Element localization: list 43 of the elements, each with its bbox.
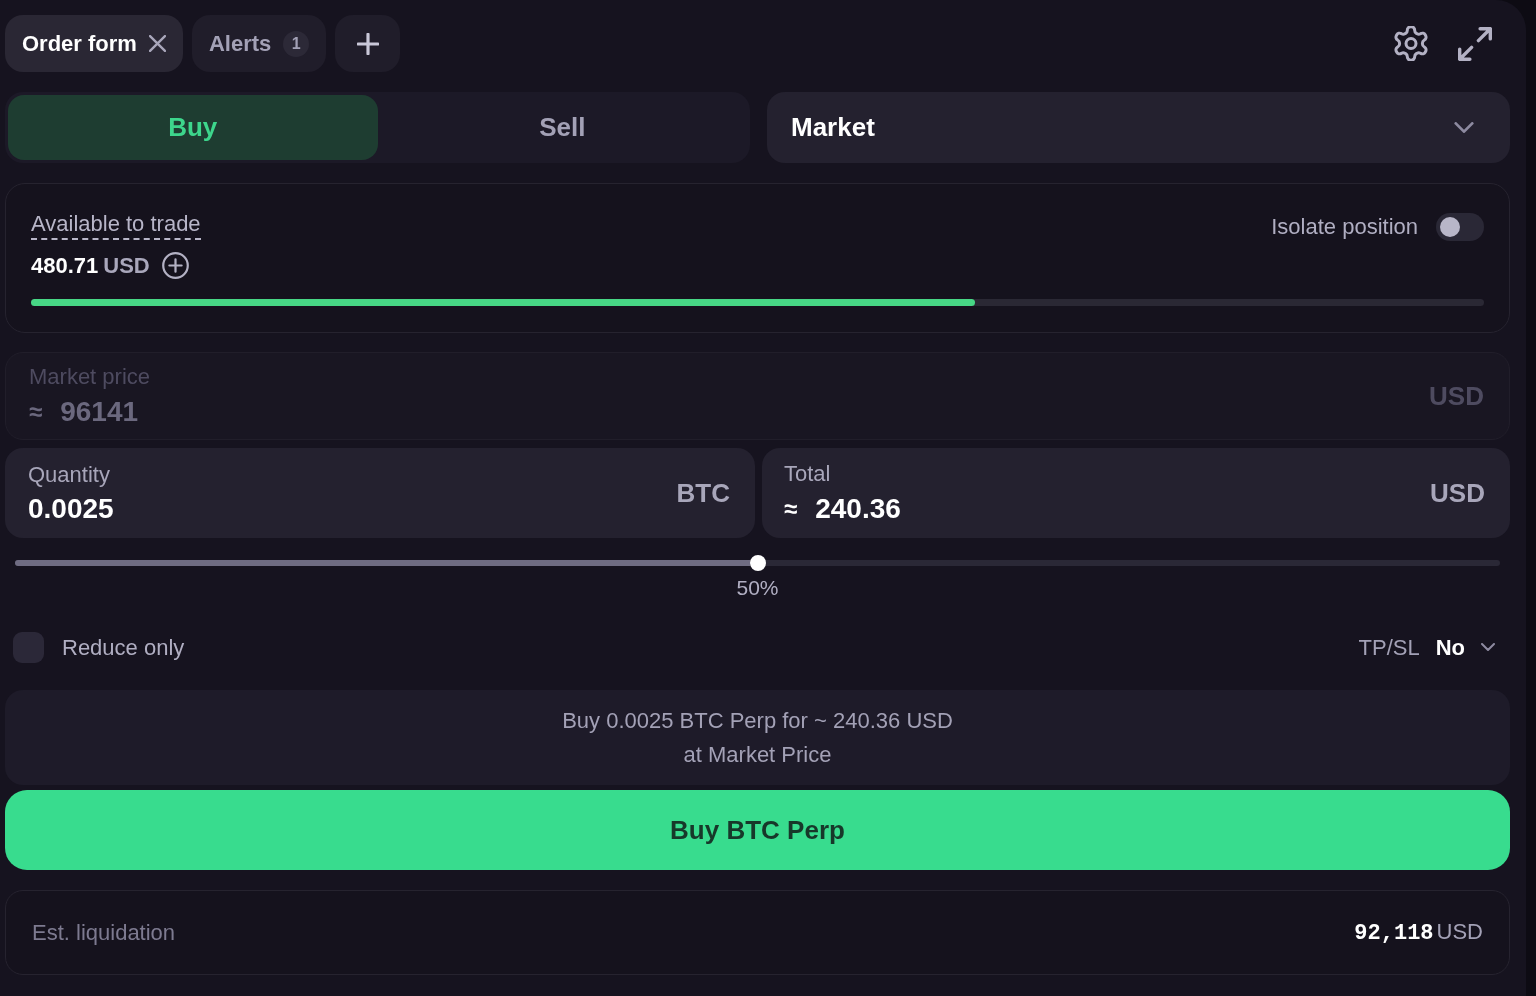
field-label: Quantity (28, 461, 111, 489)
field-value: 96141 (60, 395, 139, 429)
slider-thumb[interactable] (749, 555, 766, 571)
add-tab-button[interactable] (335, 15, 401, 72)
chevron-down-icon (1481, 643, 1495, 651)
field-label: Total (784, 460, 832, 488)
currency-label: USD (103, 251, 150, 280)
expand-icon[interactable] (1458, 26, 1492, 61)
close-icon[interactable] (148, 35, 166, 52)
currency-label: USD (1436, 918, 1483, 946)
tp-sl-dropdown[interactable]: No (1435, 630, 1495, 664)
unit-label: USD (1429, 379, 1484, 413)
field-value: 0.0025 (28, 492, 114, 526)
add-circle-icon[interactable] (161, 251, 189, 279)
balance-amount: 480.71 (31, 251, 99, 280)
tab[interactable]: Alerts 1 (191, 15, 327, 72)
approx-sign: ≈ (784, 494, 798, 524)
available-label: Available to trade (31, 210, 201, 240)
count-badge: 1 (283, 30, 310, 57)
quantity-field[interactable]: Quantity 0.0025 BTC (5, 448, 755, 538)
side-tab[interactable]: Sell (377, 95, 747, 160)
tp-sl-label: TP/SL (1358, 633, 1420, 662)
unit-label: BTC (676, 476, 730, 510)
order-type-dropdown[interactable]: Market (767, 92, 1510, 163)
liquidation-value: 92,118 (1354, 920, 1434, 948)
checkbox[interactable] (13, 631, 44, 663)
tab[interactable]: Order form (5, 15, 183, 72)
plus-icon (356, 32, 379, 55)
field-value: 240.36 (815, 492, 901, 526)
liquidation-label: Est. liquidation (32, 919, 176, 947)
submit-order-button[interactable]: Buy BTC Perp (5, 790, 1510, 870)
slider-value: 50% (736, 576, 779, 600)
isolate-toggle[interactable] (1436, 212, 1484, 241)
chevron-down-icon (1454, 122, 1474, 133)
approx-sign: ≈ (29, 397, 43, 427)
unit-label: USD (1430, 476, 1485, 510)
checkbox-label: Reduce only (62, 633, 185, 662)
total-field[interactable]: Total ≈ 240.36 USD (762, 448, 1510, 538)
order-summary-text: Buy 0.0025 BTC Perp for ~ 240.36 USD at Market Price (562, 706, 953, 769)
field-label: Market price (29, 363, 151, 391)
toggle-label: Isolate position (1271, 213, 1418, 241)
settings-icon[interactable] (1394, 26, 1428, 61)
side-tab[interactable]: Buy (8, 95, 378, 160)
